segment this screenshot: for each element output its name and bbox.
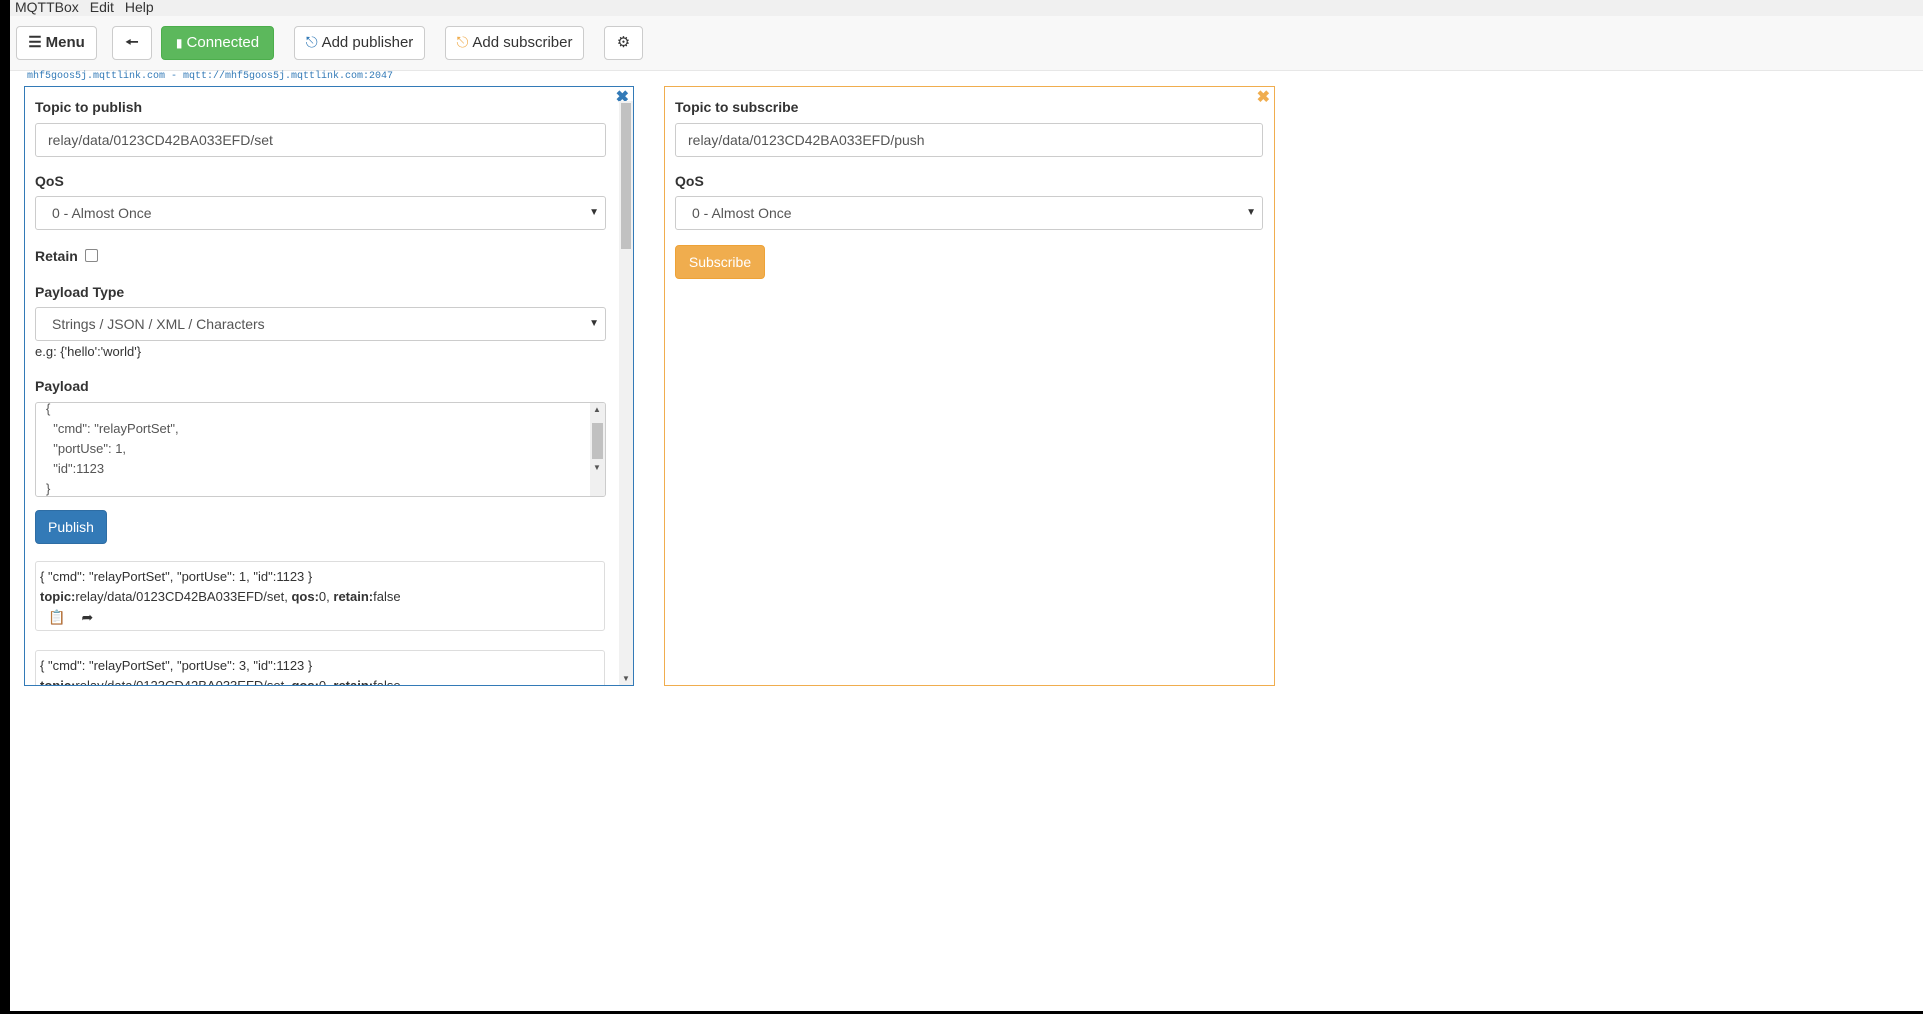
retain-checkbox[interactable] <box>85 249 98 262</box>
subscribe-topic-input[interactable]: relay/data/0123CD42BA033EFD/push <box>675 123 1263 157</box>
payload-line: { <box>46 402 51 416</box>
subscriber-panel: ✖ Topic to subscribe relay/data/0123CD42… <box>664 86 1275 686</box>
publisher-scrollbar[interactable]: ▼ <box>619 101 633 685</box>
copy-icon[interactable]: 📋 <box>48 609 65 625</box>
message-payload: { "cmd": "relayPortSet", "portUse": 1, "… <box>40 569 313 584</box>
published-message: { "cmd": "relayPortSet", "portUse": 3, "… <box>35 650 605 686</box>
payload-line: "portUse": 1, <box>46 441 127 456</box>
publish-qos-label: QoS <box>35 173 64 189</box>
add-subscriber-button[interactable]: ⎋ Add subscriber <box>445 26 584 60</box>
publish-topic-input[interactable]: relay/data/0123CD42BA033EFD/set <box>35 123 606 157</box>
payload-type-label: Payload Type <box>35 284 125 300</box>
window-left-edge <box>0 0 10 1014</box>
dropdown-caret-icon: ▼ <box>589 207 599 218</box>
message-meta: topic:relay/data/0123CD42BA033EFD/set, q… <box>40 589 401 604</box>
payload-scroll-thumb[interactable] <box>592 423 603 459</box>
message-actions: 📋 ➦ <box>48 607 109 627</box>
publish-button[interactable]: Publish <box>35 510 107 544</box>
dropdown-caret-icon: ▼ <box>589 318 599 329</box>
add-publisher-button[interactable]: ⎋ Add publisher <box>294 26 425 60</box>
subscribe-button[interactable]: Subscribe <box>675 245 765 279</box>
toolbar: ☰ Menu 🠔 ▮ Connected ⎋ Add publisher ⎋ Add s… <box>10 16 1923 71</box>
dropdown-caret-icon: ▼ <box>1246 207 1256 218</box>
payload-scrollbar[interactable]: ▲ ▼ <box>590 403 605 496</box>
back-button[interactable]: 🠔 <box>112 26 152 60</box>
subscribe-qos-label: QoS <box>675 173 704 189</box>
circle-arrow-down-icon: ⎋ <box>456 34 469 51</box>
menu-edit[interactable]: Edit <box>90 0 114 15</box>
hamburger-icon: ☰ <box>28 34 42 51</box>
scroll-down-icon[interactable]: ▼ <box>593 463 601 472</box>
scroll-up-icon[interactable]: ▲ <box>593 405 601 414</box>
circle-arrow-up-icon: ⎋ <box>305 34 318 51</box>
app-menubar: MQTTBox Edit Help <box>10 0 1923 16</box>
share-icon[interactable]: ➦ <box>81 609 93 625</box>
published-message: { "cmd": "relayPortSet", "portUse": 1, "… <box>35 561 605 631</box>
payload-textarea[interactable]: { "cmd": "relayPortSet", "portUse": 1, "… <box>35 402 606 497</box>
message-meta: topic:relay/data/0123CD42BA033EFD/set, q… <box>40 678 401 686</box>
signal-icon: ▮ <box>175 36 183 50</box>
payload-line: } <box>46 481 51 496</box>
menu-button[interactable]: ☰ Menu <box>16 26 97 60</box>
connected-button[interactable]: ▮ Connected <box>161 26 274 60</box>
message-payload: { "cmd": "relayPortSet", "portUse": 3, "… <box>40 658 313 673</box>
connection-info: mhf5goos5j.mqttlink.com - mqtt://mhf5goo… <box>27 71 394 82</box>
payload-line: "id":1123 <box>46 461 105 476</box>
payload-line: "cmd": "relayPortSet", <box>46 421 179 436</box>
gear-icon: ⚙ <box>616 34 631 51</box>
publish-topic-label: Topic to publish <box>35 99 143 115</box>
scroll-down-icon[interactable]: ▼ <box>622 674 630 683</box>
close-icon[interactable]: ✖ <box>1257 87 1270 107</box>
retain-label: Retain <box>35 248 78 264</box>
publisher-scroll-thumb[interactable] <box>621 103 631 249</box>
settings-button[interactable]: ⚙ <box>604 26 643 60</box>
publisher-panel: ✖ Topic to publish relay/data/0123CD42BA… <box>24 86 634 686</box>
publish-qos-select[interactable]: 0 - Almost Once ▼ <box>35 196 606 230</box>
menu-mqttbox[interactable]: MQTTBox <box>15 0 79 15</box>
payload-type-select[interactable]: Strings / JSON / XML / Characters ▼ <box>35 307 606 341</box>
menu-help[interactable]: Help <box>125 0 154 15</box>
payload-label: Payload <box>35 378 89 394</box>
arrow-left-icon: 🠔 <box>125 34 139 51</box>
payload-example-text: e.g: {'hello':'world'} <box>35 344 142 359</box>
subscribe-topic-label: Topic to subscribe <box>675 99 799 115</box>
subscribe-qos-select[interactable]: 0 - Almost Once ▼ <box>675 196 1263 230</box>
